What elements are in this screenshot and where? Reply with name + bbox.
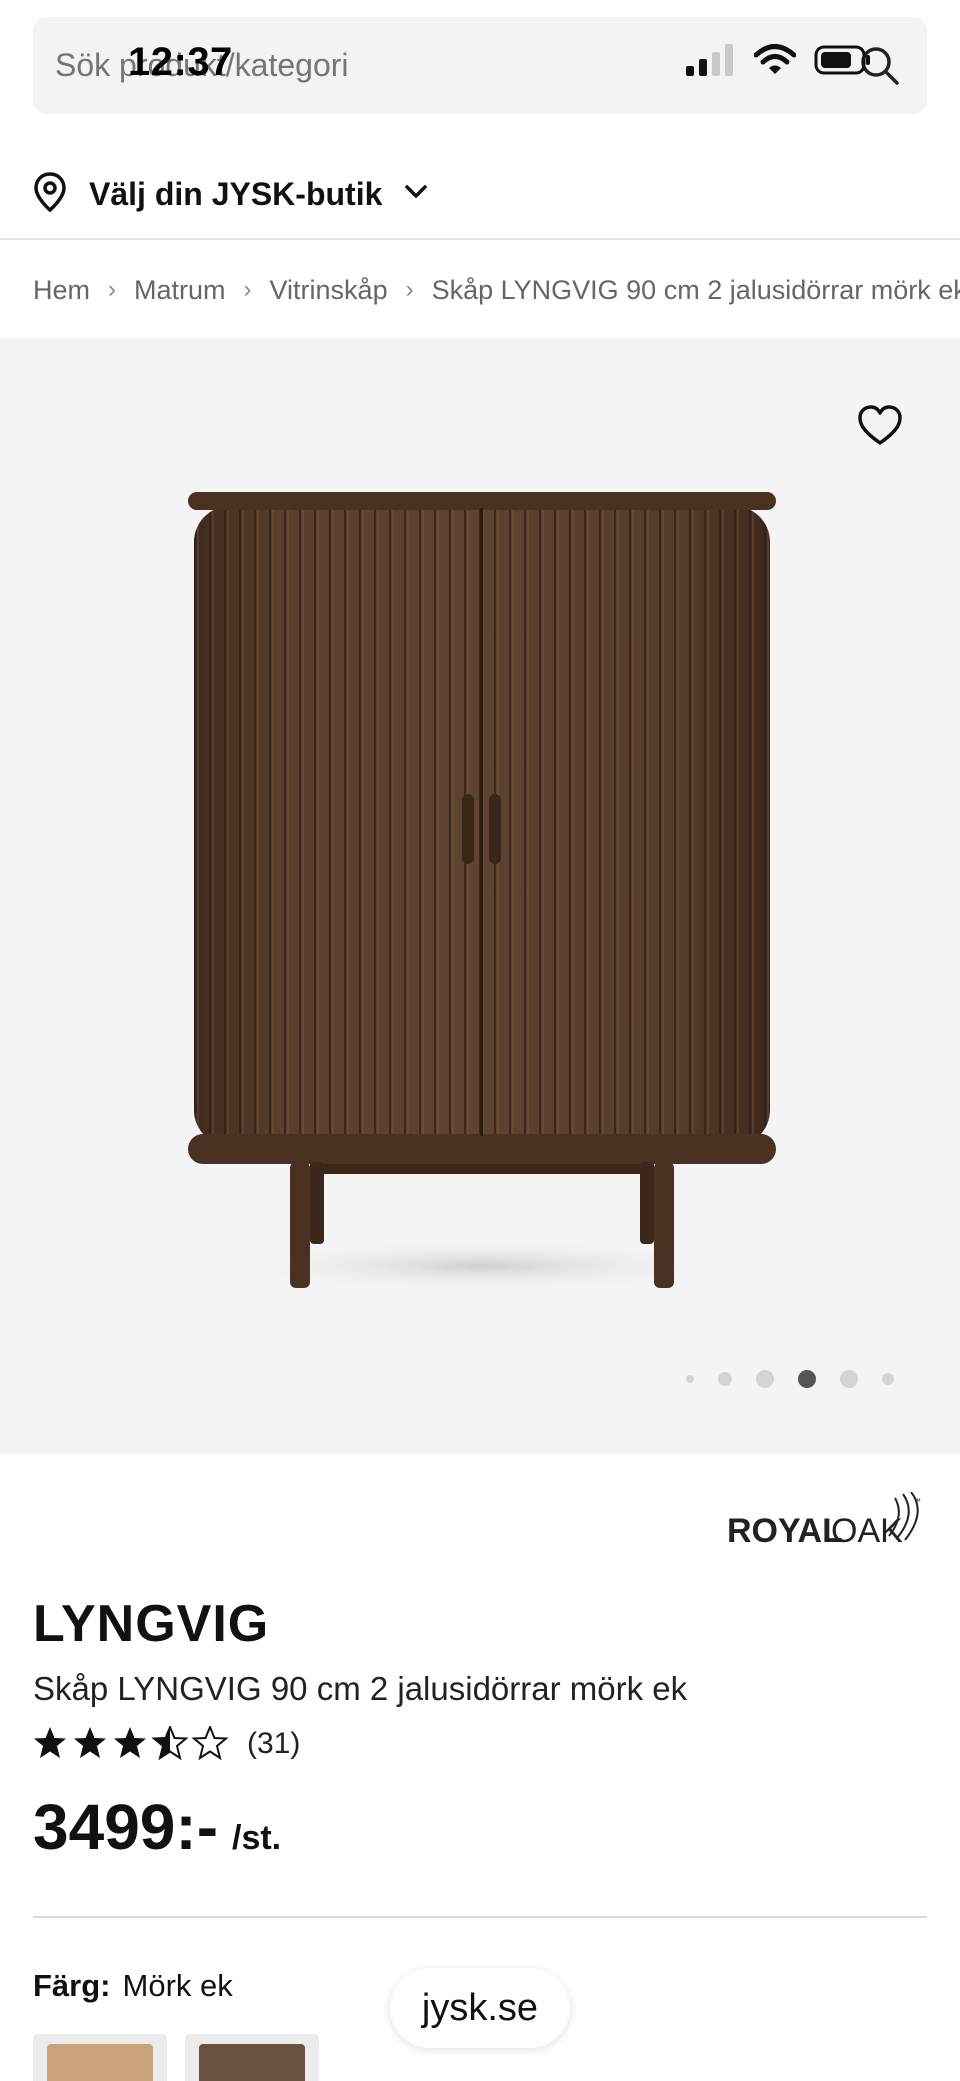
carousel-dot[interactable] bbox=[718, 1372, 732, 1386]
color-swatch-light-oak[interactable] bbox=[33, 2034, 167, 2081]
carousel-dot[interactable] bbox=[840, 1370, 858, 1388]
color-value: Mörk ek bbox=[122, 1968, 233, 2003]
signal-icon bbox=[686, 44, 733, 76]
store-selector-label: Välj din JYSK-butik bbox=[89, 175, 383, 212]
chevron-right-icon: › bbox=[405, 276, 414, 303]
browser-url-pill[interactable]: jysk.se bbox=[390, 1968, 570, 2048]
color-selector: Färg: Mörk ek bbox=[33, 1968, 233, 2004]
star-rating-icon bbox=[34, 1726, 227, 1759]
product-title: LYNGVIG bbox=[33, 1595, 270, 1653]
carousel-dot[interactable] bbox=[882, 1373, 894, 1385]
product-image bbox=[188, 492, 776, 1292]
breadcrumb-item-hem[interactable]: Hem bbox=[33, 275, 90, 306]
product-price: 3499:- bbox=[33, 1791, 218, 1863]
color-swatch-dark-oak[interactable] bbox=[185, 2034, 319, 2081]
wifi-icon bbox=[754, 44, 796, 74]
section-divider bbox=[33, 1916, 927, 1918]
carousel-dots[interactable] bbox=[686, 1370, 894, 1388]
breadcrumb: Hem › Matrum › Vitrinskåp › Skåp LYNGVIG… bbox=[33, 270, 960, 310]
status-time: 12:37 bbox=[128, 40, 233, 84]
price-row: 3499:- /st. bbox=[33, 1790, 281, 1864]
chevron-right-icon: › bbox=[108, 276, 117, 303]
breadcrumb-item-vitrinskap[interactable]: Vitrinskåp bbox=[270, 275, 388, 306]
location-pin-icon bbox=[33, 171, 67, 217]
header-divider bbox=[0, 238, 960, 240]
breadcrumb-item-matrum[interactable]: Matrum bbox=[134, 275, 226, 306]
status-icons bbox=[686, 44, 872, 76]
store-selector[interactable]: Välj din JYSK-butik bbox=[33, 166, 428, 222]
product-subtitle: Skåp LYNGVIG 90 cm 2 jalusidörrar mörk e… bbox=[33, 1670, 688, 1707]
svg-text:ROYAL: ROYAL bbox=[727, 1512, 843, 1550]
chevron-right-icon: › bbox=[243, 276, 252, 303]
review-count[interactable]: (31) bbox=[247, 1727, 300, 1761]
color-label: Färg: bbox=[33, 1968, 111, 2003]
battery-icon bbox=[814, 45, 870, 75]
chevron-down-icon bbox=[404, 184, 428, 205]
carousel-dot[interactable] bbox=[756, 1370, 774, 1388]
svg-text:™: ™ bbox=[913, 1497, 921, 1506]
breadcrumb-item-current: Skåp LYNGVIG 90 cm 2 jalusidörrar mörk e… bbox=[431, 274, 960, 305]
product-rating[interactable]: (31) bbox=[33, 1726, 300, 1762]
product-image-gallery[interactable] bbox=[0, 338, 960, 1454]
brand-logo: ROYAL OAK ™ bbox=[727, 1491, 927, 1557]
heart-icon[interactable] bbox=[856, 402, 904, 450]
price-unit: /st. bbox=[232, 1819, 282, 1857]
carousel-dot[interactable] bbox=[686, 1375, 694, 1383]
carousel-dot-active[interactable] bbox=[798, 1370, 816, 1388]
